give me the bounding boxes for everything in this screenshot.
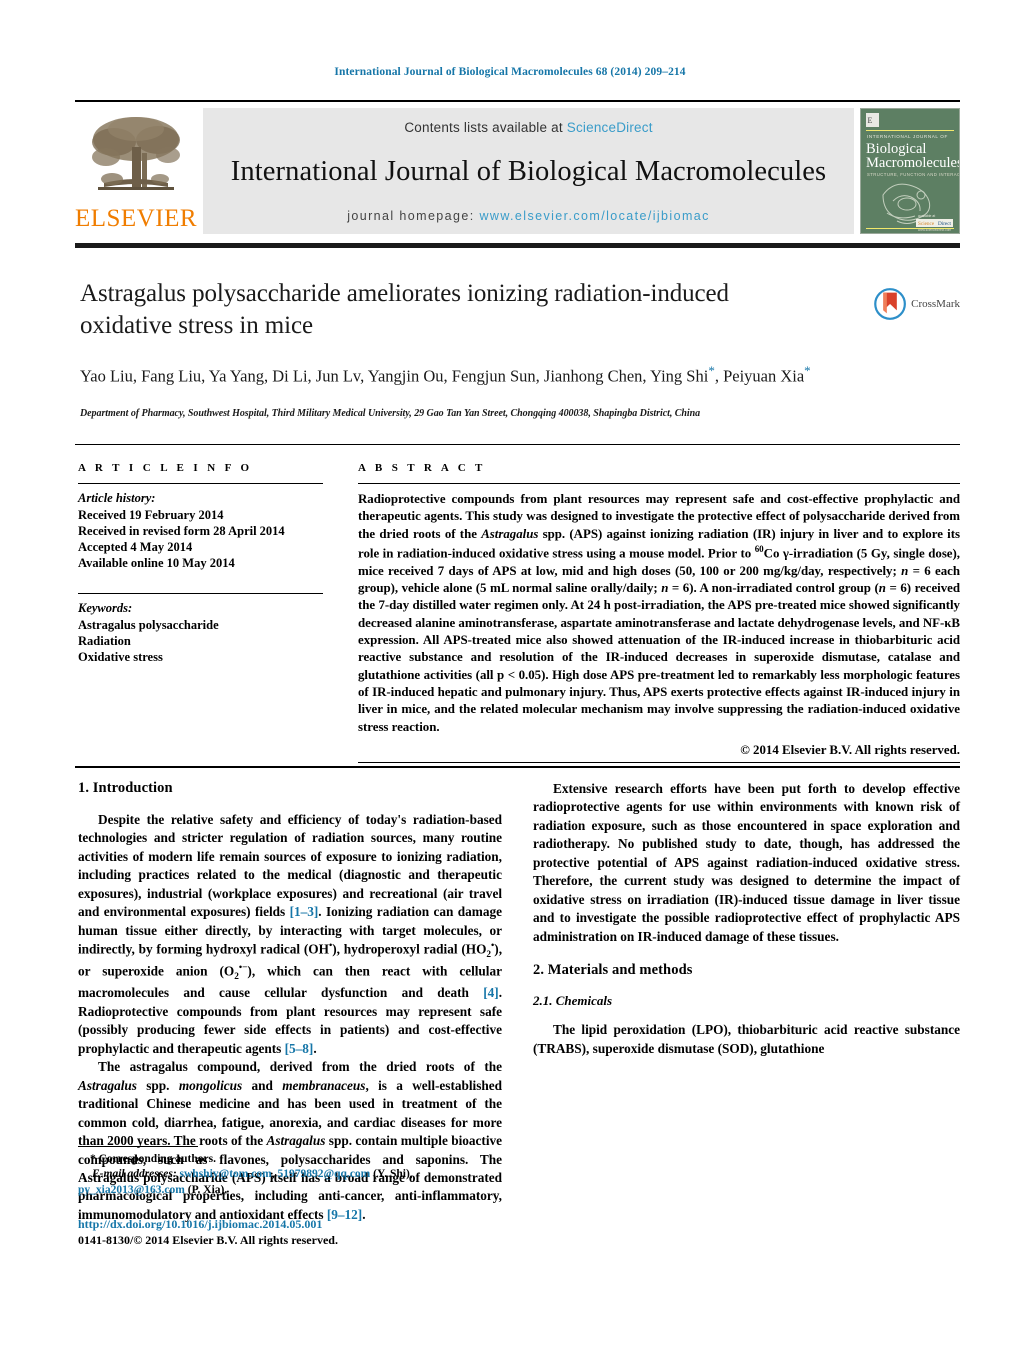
contents-available-line: Contents lists available at ScienceDirec…	[404, 120, 652, 135]
history-item: Received 19 February 2014	[78, 508, 224, 522]
abstract-body: Radioprotective compounds from plant res…	[358, 491, 960, 736]
author-affiliation: Department of Pharmacy, Southwest Hospit…	[80, 408, 701, 419]
abstract-n-3: n	[878, 581, 886, 596]
email-attrib-1: (Y. Shi),	[370, 1168, 413, 1181]
article-history-label: Article history:	[78, 491, 156, 505]
paragraph-intro-2: The astragalus compound, derived from th…	[78, 1058, 502, 1224]
footnote-rule	[78, 1146, 198, 1147]
abstract-part-5: = 6). A non-irradiated control group (	[668, 581, 879, 596]
journal-masthead: ELSEVIER Contents lists available at Sci…	[75, 100, 960, 239]
corresponding-authors-note: * Corresponding authors.	[90, 1153, 216, 1165]
paragraph-intro-1: Despite the relative safety and efficien…	[78, 811, 502, 1058]
footnote-block: * Corresponding authors. E-mail addresse…	[78, 1146, 502, 1198]
species-membranaceus: membranaceus	[282, 1077, 366, 1093]
keywords-rule	[78, 593, 323, 594]
body-column-right: Extensive research efforts have been put…	[533, 780, 960, 1058]
keyword-item: Astragalus polysaccharide	[78, 618, 219, 632]
svg-text:INTERNATIONAL JOURNAL OF: INTERNATIONAL JOURNAL OF	[867, 134, 948, 139]
masthead-center: Contents lists available at ScienceDirec…	[203, 108, 854, 234]
p1-c: ), hydroperoxyl radial (HO	[332, 941, 487, 957]
p2-a: The astragalus compound, derived from th…	[98, 1059, 502, 1075]
corresponding-marker-2: *	[804, 363, 811, 378]
paragraph-chemicals-1: The lipid peroxidation (LPO), thiobarbit…	[533, 1022, 960, 1056]
keywords-label: Keywords:	[78, 601, 133, 615]
journal-cover-thumbnail: E INTERNATIONAL JOURNAL OF Biological Ma…	[860, 108, 960, 234]
email-note: E-mail addresses: swhshiy@tom.com, 51979…	[78, 1167, 502, 1198]
authors-main: Yao Liu, Fang Liu, Ya Yang, Di Li, Jun L…	[80, 366, 709, 386]
journal-cover-art-icon: E INTERNATIONAL JOURNAL OF Biological Ma…	[861, 109, 959, 233]
journal-homepage-line: journal homepage: www.elsevier.com/locat…	[347, 209, 710, 223]
svg-text:STRUCTURE, FUNCTION AND INTERA: STRUCTURE, FUNCTION AND INTERACTIONS	[867, 172, 959, 177]
subscript-2b: 2	[234, 972, 239, 983]
homepage-prefix: journal homepage:	[347, 209, 480, 223]
email-link-3[interactable]: py_xia2013@163.com	[78, 1184, 185, 1196]
history-item: Accepted 4 May 2014	[78, 540, 193, 554]
abstract-isotope: 60	[754, 544, 764, 555]
email-attrib-2: (P. Xia).	[184, 1183, 228, 1196]
journal-homepage-link[interactable]: www.elsevier.com/locate/ijbiomac	[479, 209, 709, 223]
subsection-heading-chemicals: 2.1. Chemicals	[533, 993, 613, 1009]
doi-block: http://dx.doi.org/10.1016/j.ijbiomac.201…	[78, 1216, 578, 1248]
elsevier-wordmark: ELSEVIER	[74, 205, 198, 232]
svg-text:Macromolecules: Macromolecules	[866, 155, 959, 171]
abstract-heading: A B S T R A C T	[358, 462, 486, 474]
journal-title: International Journal of Biological Macr…	[230, 156, 827, 187]
email-link-1[interactable]: swhshiy@tom.com	[180, 1168, 272, 1180]
keyword-item: Oxidative stress	[78, 650, 163, 664]
elsevier-tree-icon	[92, 117, 180, 190]
keywords-block: Keywords: Astragalus polysaccharide Radi…	[78, 593, 323, 665]
article-info-heading: A R T I C L E I N F O	[78, 462, 253, 474]
abstract-column: A B S T R A C T Radioprotective compound…	[358, 462, 960, 758]
svg-text:Science: Science	[918, 221, 935, 227]
sciencedirect-link[interactable]: ScienceDirect	[567, 120, 653, 135]
doi-link[interactable]: http://dx.doi.org/10.1016/j.ijbiomac.201…	[78, 1216, 578, 1232]
citation-ref[interactable]: [5–8]	[285, 1041, 314, 1056]
info-abstract-divider	[75, 444, 960, 445]
subscript-2a: 2	[486, 950, 492, 961]
issn-copyright-line: 0141-8130/© 2014 Elsevier B.V. All right…	[78, 1233, 338, 1248]
section-heading-materials-methods: 2. Materials and methods	[533, 962, 693, 979]
paper-page: International Journal of Biological Macr…	[0, 0, 1020, 1351]
svg-text:E: E	[868, 116, 873, 125]
citation-ref[interactable]: [4]	[483, 985, 498, 1000]
article-info-column: A R T I C L E I N F O Article history: R…	[78, 462, 323, 665]
section-heading-introduction: 1. Introduction	[78, 780, 173, 796]
crossmark-badge[interactable]: CrossMark	[874, 284, 960, 324]
svg-text:available at: available at	[918, 214, 935, 218]
history-item: Available online 10 May 2014	[78, 556, 235, 570]
author-list: Yao Liu, Fang Liu, Ya Yang, Di Li, Jun L…	[80, 362, 880, 388]
crossmark-label: CrossMark	[911, 298, 960, 310]
article-info-rule	[78, 483, 323, 484]
running-head: International Journal of Biological Macr…	[334, 66, 686, 78]
contents-prefix: Contents lists available at	[404, 120, 567, 135]
species-astragalus-1: Astragalus	[78, 1077, 137, 1093]
p1-g: .	[313, 1040, 317, 1056]
p2-b: spp.	[136, 1077, 179, 1093]
abstract-species-1: Astragalus	[481, 526, 539, 541]
p2-c: and	[242, 1077, 283, 1093]
title-divider	[75, 243, 960, 248]
page-title: Astragalus polysaccharide ameliorates io…	[80, 280, 729, 339]
svg-text:Direct: Direct	[938, 221, 952, 227]
species-mongolicus: mongolicus	[178, 1077, 243, 1093]
abstract-rule	[358, 483, 960, 484]
history-item: Received in revised form 28 April 2014	[78, 524, 285, 538]
email-link-2[interactable]: 51979892@qq.com	[277, 1168, 370, 1180]
abstract-part-6: = 6) received the 7-day distilled water …	[358, 581, 960, 734]
email-addresses-label: E-mail addresses:	[92, 1168, 177, 1181]
body-top-rule	[75, 766, 960, 768]
abstract-bottom-rule	[358, 762, 960, 763]
paragraph-intro-3: Extensive research efforts have been put…	[533, 781, 960, 944]
abstract-copyright: © 2014 Elsevier B.V. All rights reserved…	[740, 743, 960, 758]
citation-ref[interactable]: [1–3]	[290, 904, 319, 919]
keyword-item: Radiation	[78, 634, 131, 648]
crossmark-icon	[874, 288, 906, 320]
authors-tail: , Peiyuan Xia	[714, 366, 805, 386]
elsevier-logo: ELSEVIER	[75, 105, 197, 239]
